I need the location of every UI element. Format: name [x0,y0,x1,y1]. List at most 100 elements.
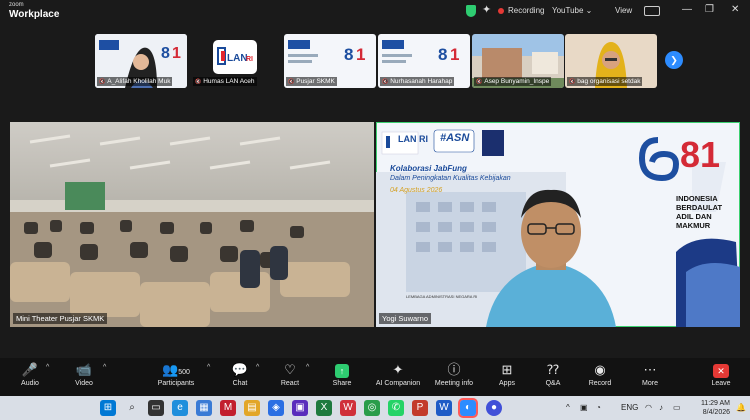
participant-name: bag organisasi setdak [567,77,643,86]
slide-logo: LAN RI [398,134,428,144]
motto-line: INDONESIA [676,194,718,203]
youtube-stream-button[interactable]: YouTube ⌄ [552,6,592,15]
participant-tile[interactable]: 8 1 A_Alifah Kholilah Muk [95,34,187,88]
ai-companion-label: AI Companion [375,380,421,387]
record-label: Record [588,380,612,387]
excel-icon[interactable]: X [316,400,332,416]
zoom-workplace-icon[interactable]: ● [486,400,502,416]
task-view-icon[interactable]: ▭ [148,400,164,416]
react-options-caret[interactable]: ^ [306,364,309,371]
participant-name: Humas LAN Aceh [193,77,257,86]
participants-label: Participants [157,380,195,387]
language-indicator[interactable]: ENG [621,403,638,412]
svg-text:1: 1 [172,45,181,62]
slide-asn-tag: #ASN [440,132,470,144]
audio-options-caret[interactable]: ^ [46,364,49,371]
leave-label: Leave [711,380,731,387]
svg-text:8: 8 [161,45,170,62]
leave-icon: ✕ [695,360,747,380]
restore-icon[interactable]: ❐ [705,4,714,15]
word-icon[interactable]: W [436,400,452,416]
ai-companion-icon: ✦ [392,362,404,377]
whatsapp-icon[interactable]: ✆ [388,400,404,416]
svg-text:LAN: LAN [227,53,248,64]
close-icon[interactable]: ✕ [731,4,739,15]
share-screen-icon: ↑ [316,360,368,380]
participant-tile[interactable]: 8 1 Pusjar SKMK [284,34,376,88]
youtube-label: YouTube [552,6,584,15]
edge-browser-icon[interactable]: e [172,400,188,416]
view-grid-icon[interactable] [644,6,660,16]
participant-name: Pusjar SKMK [286,77,337,86]
participants-options-caret[interactable]: ^ [207,364,210,371]
audio-label: Audio [21,380,39,387]
chrome-icon[interactable]: ◎ [364,400,380,416]
video-options-caret[interactable]: ^ [103,364,106,371]
battery-icon[interactable]: ▭ [673,403,681,412]
participant-tile[interactable]: Asep Bunyamin_Inspe [472,34,564,88]
notification-bell-icon[interactable]: 🔔 [736,403,746,412]
more-dots-icon: ⋯ [643,362,657,377]
video-name-label: Mini Theater Pusjar SKMK [13,313,108,324]
participant-tile[interactable]: bag organisasi setdak [565,34,657,88]
next-page-arrow-icon[interactable]: ❯ [665,51,683,69]
chat-label: Chat [232,380,248,387]
participants-button[interactable]: 👥500 Participants [150,360,202,394]
record-button[interactable]: ◉ Record [574,360,626,394]
slide-subtitle: Dalam Peningkatan Kualitas Kebijakan [390,175,511,182]
main-video-right[interactable]: LAN RI #ASN Kolaborasi JabFung Dalam Pen… [376,122,740,327]
zoom-taskbar-icon[interactable]: ◐ [458,398,478,418]
slide-date: 04 Agustus 2026 [390,187,443,194]
participant-tile[interactable]: 8 1 Nurhasanah Harahap [378,34,470,88]
chat-options-caret[interactable]: ^ [256,364,259,371]
system-clock[interactable]: 11:29 AM 8/4/2026 [694,399,730,417]
search-icon[interactable]: ⌕ [124,400,140,416]
copilot-icon[interactable]: ◈ [268,400,284,416]
powerpoint-icon[interactable]: P [412,400,428,416]
participants-count: 500 [178,369,190,376]
mcafee-icon[interactable]: M [220,400,236,416]
qa-button[interactable]: ⁇ Q&A [527,360,579,394]
qa-icon: ⁇ [547,362,559,377]
more-button[interactable]: ⋯ More [624,360,676,394]
ai-sparkle-icon[interactable]: ✦ [482,3,491,16]
qa-label: Q&A [545,380,561,387]
apps-button[interactable]: ⊞ Apps [481,360,533,394]
svg-text:1: 1 [356,45,365,64]
participant-strip: 8 1 A_Alifah Kholilah Muk LAN RI Humas L… [95,34,661,88]
participants-icon: 👥500 [162,362,190,377]
participant-name: A_Alifah Kholilah Muk [97,77,173,86]
start-icon[interactable]: ⊞ [100,400,116,416]
tray-app-icon[interactable]: ▣ [580,403,588,412]
share-button[interactable]: ↑ Share [316,360,368,394]
motto-line: BERDAULAT [676,203,723,212]
speaker-icon[interactable]: ♪ [659,403,663,412]
wps-icon[interactable]: W [340,400,356,416]
more-label: More [642,380,658,387]
meeting-info-button[interactable]: ⓘ Meeting info [428,360,480,394]
motto-line: MAKMUR [676,221,711,230]
svg-text:1: 1 [450,45,459,64]
main-video-left[interactable]: Mini Theater Pusjar SKMK [10,122,374,327]
participant-tile[interactable]: LAN RI Humas LAN Aceh [191,34,283,88]
wifi-icon[interactable]: ◠ [645,403,652,412]
security-shield-icon[interactable] [466,5,476,17]
lan-logo: LAN RI [217,47,253,65]
widgets-icon[interactable]: ▦ [196,400,212,416]
file-explorer-icon[interactable]: ▤ [244,400,260,416]
auditorium-video [10,122,374,327]
building-sign: LEMBAGA ADMINISTRASI NEGARA RI [406,294,478,299]
view-button[interactable]: View [615,6,632,15]
tray-app-icon[interactable]: ◔ [596,403,601,412]
title-bar: zoom Workplace ✦ Recording YouTube ⌄ Vie… [0,0,750,24]
store-icon[interactable]: ▣ [292,400,308,416]
ai-companion-button[interactable]: ✦ AI Companion [372,360,424,394]
apps-icon: ⊞ [501,362,513,377]
recording-dot-icon [498,7,504,14]
recording-indicator[interactable]: Recording [498,6,544,15]
tray-chevron-icon[interactable]: ^ [566,403,570,412]
recording-label: Recording [508,6,545,15]
apps-label: Apps [499,380,515,387]
minimize-icon[interactable]: — [682,4,692,15]
leave-button[interactable]: ✕ Leave [695,360,747,394]
